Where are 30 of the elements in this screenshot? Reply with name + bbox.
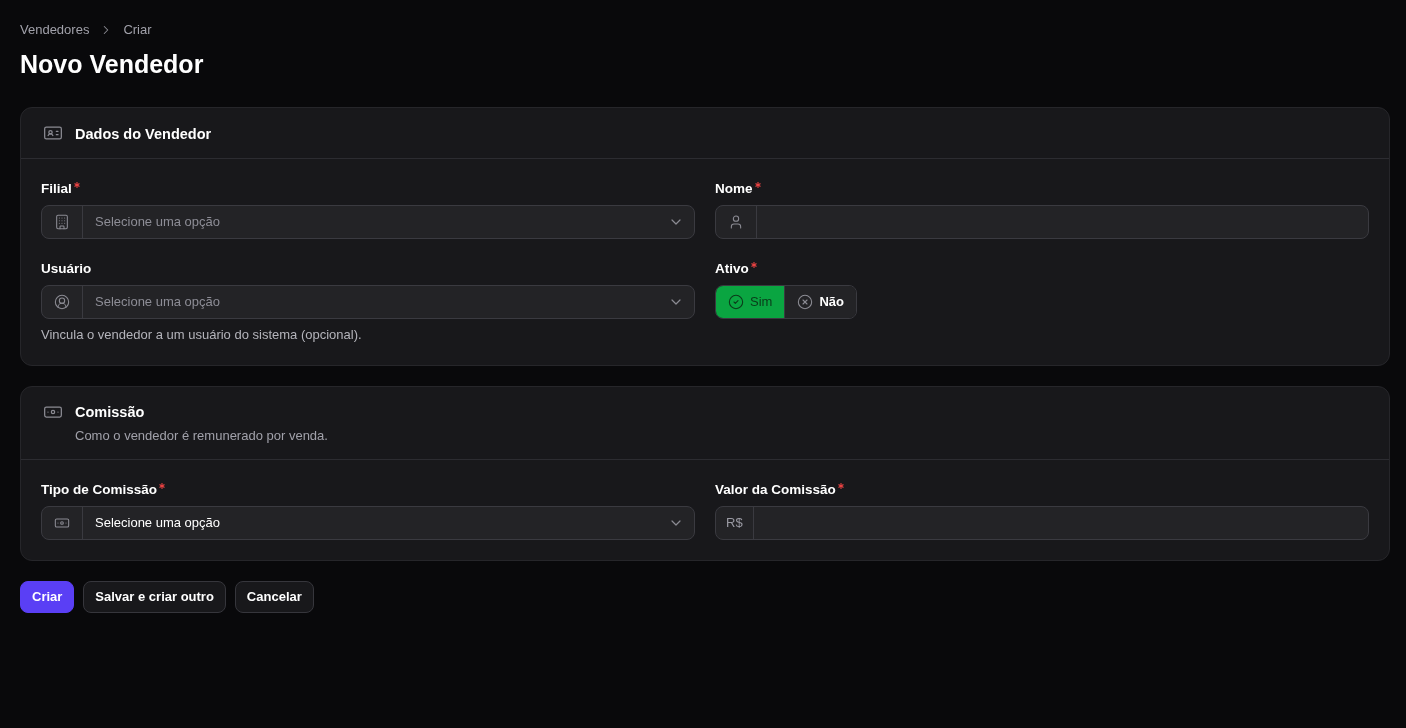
- form-button[interactable]: Salvar e criar outro: [83, 581, 226, 613]
- section-heading: Comissão: [75, 403, 145, 422]
- x-circle-icon: [797, 294, 814, 310]
- section-heading: Dados do Vendedor: [75, 125, 212, 144]
- building-icon: [54, 214, 70, 230]
- currency-prefix: R$: [726, 514, 743, 533]
- input-field[interactable]: R$: [715, 506, 1369, 540]
- section-description: Como o vendedor é remunerado por venda.: [75, 427, 328, 445]
- field-label: Valor da Comissão: [715, 481, 836, 499]
- breadcrumb-link[interactable]: Criar: [123, 20, 152, 40]
- field-label: Usuário: [41, 260, 92, 278]
- toggle-option[interactable]: Sim: [716, 286, 785, 318]
- input-field[interactable]: [715, 205, 1369, 239]
- field-label: Filial: [41, 180, 72, 198]
- check-circle-icon: [728, 294, 744, 310]
- field-label: Ativo: [715, 260, 749, 278]
- help-text: Vincula o vendedor a um usuário do sistema (opcional).: [41, 326, 362, 344]
- form-button[interactable]: Cancelar: [234, 581, 314, 613]
- user-icon: [728, 214, 744, 230]
- breadcrumb-link[interactable]: Vendedores: [20, 20, 90, 40]
- page-title: Novo Vendedor: [20, 49, 204, 80]
- select-field[interactable]: Selecione uma opção: [41, 285, 695, 319]
- create-button[interactable]: Criar: [20, 581, 75, 613]
- select-field[interactable]: Selecione uma opção: [41, 205, 695, 239]
- banknote-icon: [54, 515, 70, 531]
- user-circle-icon: [54, 294, 70, 310]
- select-field[interactable]: Selecione uma opção: [41, 506, 695, 540]
- field-label: Nome: [715, 180, 753, 198]
- toggle-option[interactable]: Não: [784, 286, 856, 318]
- field-label: Tipo de Comissão: [41, 481, 158, 499]
